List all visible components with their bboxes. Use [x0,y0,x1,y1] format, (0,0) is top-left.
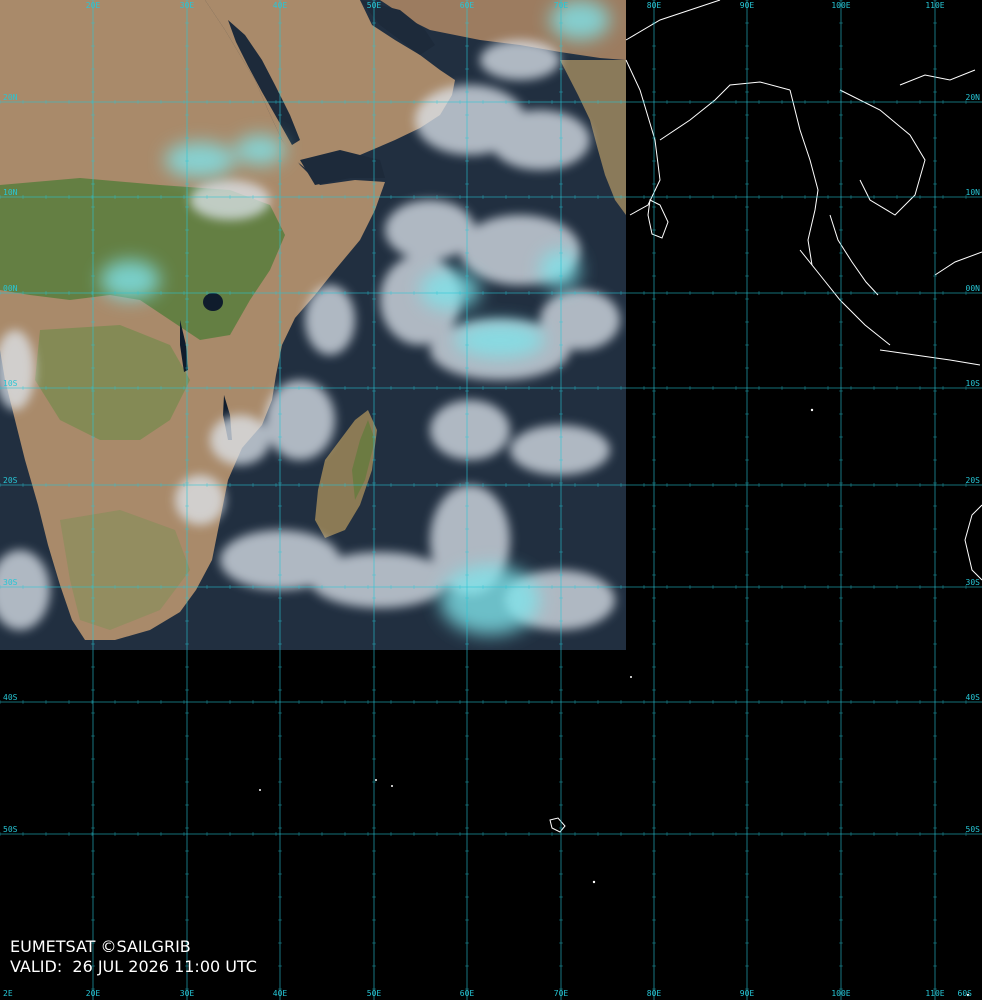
longitude-label: 60E [460,989,475,998]
longitude-label: 110E [925,989,944,998]
longitude-label: 20E [86,1,101,10]
longitude-label: 50E [367,1,382,10]
longitude-label: 100E [831,1,850,10]
satellite-map: 20E 20E 30E 30E 40E 40E 50E 50E 60E 60E 70E 70E 80E 8… [0,0,982,1000]
latitude-label: 30S [966,578,981,587]
longitude-label: 80E [647,1,662,10]
longitude-label: 30E [180,989,195,998]
latitude-label: 20S [966,476,981,485]
latitude-label: 20N [3,93,18,102]
longitude-label: 90E [740,1,755,10]
lake-victoria [203,293,223,311]
latitude-label: 10N [966,188,981,197]
latitude-label: 50S [966,825,981,834]
latitude-label: 00N [966,284,981,293]
latitude-label: 30S [3,578,18,587]
longitude-label: 50E [367,989,382,998]
longitude-label: 20E [86,989,101,998]
longitude-label: 40E [273,989,288,998]
longitude-label: 110E [925,1,944,10]
corner-label: 2E [3,989,13,998]
longitude-label: 30E [180,1,195,10]
satellite-imagery [0,0,626,650]
corner-label: 60S [958,989,973,998]
longitude-label: 90E [740,989,755,998]
longitude-label: 100E [831,989,850,998]
latitude-label: 10S [3,379,18,388]
longitude-label: 70E [554,1,569,10]
credit-caption: EUMETSAT ©SAILGRIB [10,937,191,956]
latitude-label: 00N [3,284,18,293]
latitude-label: 20S [3,476,18,485]
longitude-label: 70E [554,989,569,998]
latitude-label: 50S [3,825,18,834]
longitude-label: 80E [647,989,662,998]
longitude-label: 40E [273,1,288,10]
latitude-label: 20N [966,93,981,102]
longitude-label: 60E [460,1,475,10]
latitude-label: 40S [3,693,18,702]
latitude-label: 10S [966,379,981,388]
latitude-label: 10N [3,188,18,197]
valid-time-caption: VALID: 26 JUL 2026 11:00 UTC [10,957,257,976]
latitude-label: 40S [966,693,981,702]
